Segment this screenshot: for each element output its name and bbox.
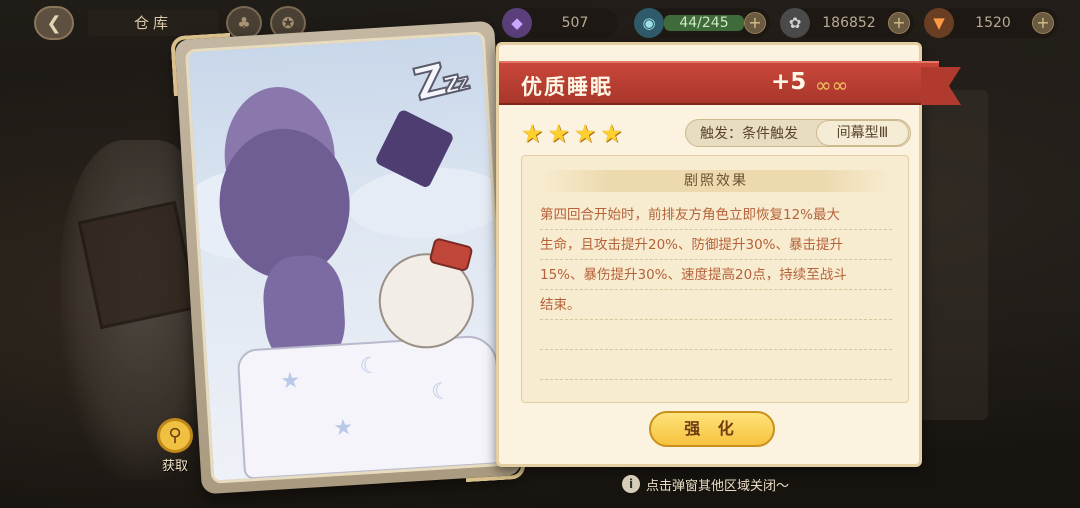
card-name: 优质睡眠 [521,75,613,99]
top-bar: ❮ 仓库 ♣ ✪ ◆ 507 ◉ 44/245 + ✿ 186852 + ▼ 1… [0,0,1080,46]
add-carrot-button[interactable]: + [1032,12,1054,34]
carrot-icon: ▼ [924,8,954,38]
info-icon: i [622,475,640,493]
crystal-count: 507 [561,15,589,31]
resource-coin: ✿ 186852 + [780,8,914,38]
card-level: +5 [771,69,807,95]
card-type-badge: 间幕型Ⅲ [816,120,909,146]
effect-description-box: 剧照效果 第四回合开始时，前排友方角色立即恢复12%最大 生命，且攻击提升20%… [521,155,909,403]
back-arrow-icon: ❮ [46,12,62,34]
resource-carrot: ▼ 1520 + [924,8,1058,38]
star-icon: ★ [521,119,544,148]
resource-crystal: ◆ 507 [502,8,618,38]
star-icon: ★ [547,119,570,148]
resource-stamina: ◉ 44/245 + [634,8,770,38]
effect-line: 15%、暴伤提升30%、速度提高20点，持续至战斗 [540,260,892,290]
acquire-label: 获取 [161,459,188,474]
star-icon: ★ [573,119,597,148]
effect-text: 第四回合开始时，前排友方角色立即恢复12%最大 生命，且攻击提升20%、防御提升… [540,200,892,380]
close-hint: i 点击弹窗其他区域关闭～ [622,474,789,494]
magnifier-icon: ⚲ [157,418,193,453]
card-illustration: Zzz ★ ☾ ☾ ★ [185,31,511,484]
close-hint-text: 点击弹窗其他区域关闭～ [646,478,790,494]
stamina-icon: ◉ [634,8,664,38]
star-rating: ★ ★ ★ ★ [521,119,623,148]
effect-line [540,320,892,350]
back-button[interactable]: ❮ [34,6,74,40]
sleep-zzz-decoration: Zzz [408,54,470,112]
add-stamina-button[interactable]: + [744,12,766,34]
swirl-ornament-icon: ∞∞ [815,73,849,97]
page-title: 仓库 [88,10,218,36]
carrot-count: 1520 [975,15,1011,31]
enhance-button[interactable]: 强 化 [649,411,775,447]
card-artwork: Zzz ★ ☾ ☾ ★ [170,20,526,495]
trigger-condition: 触发：条件触发 [700,126,798,142]
effect-line: 结束。 [540,290,892,320]
acquire-button[interactable]: ⚲ 获取 [150,418,200,474]
star-icon: ★ [600,119,623,148]
card-detail-panel: 优质睡眠 +5 ∞∞ ★ ★ ★ ★ 触发：条件触发 间幕型Ⅲ 剧照效果 第四回… [496,42,961,467]
trigger-info: 触发：条件触发 间幕型Ⅲ [685,119,911,147]
title-ribbon: 优质睡眠 +5 ∞∞ [499,61,961,105]
effect-line: 第四回合开始时，前排友方角色立即恢复12%最大 [540,200,892,230]
stamina-count: 44/245 [664,15,744,31]
coin-count: 186852 [822,15,876,31]
effect-header: 剧照效果 [540,170,892,192]
effect-line: 生命，且攻击提升20%、防御提升30%、暴击提升 [540,230,892,260]
crystal-icon: ◆ [502,8,532,38]
add-coin-button[interactable]: + [888,12,910,34]
coin-icon: ✿ [780,8,810,38]
effect-line [540,350,892,380]
